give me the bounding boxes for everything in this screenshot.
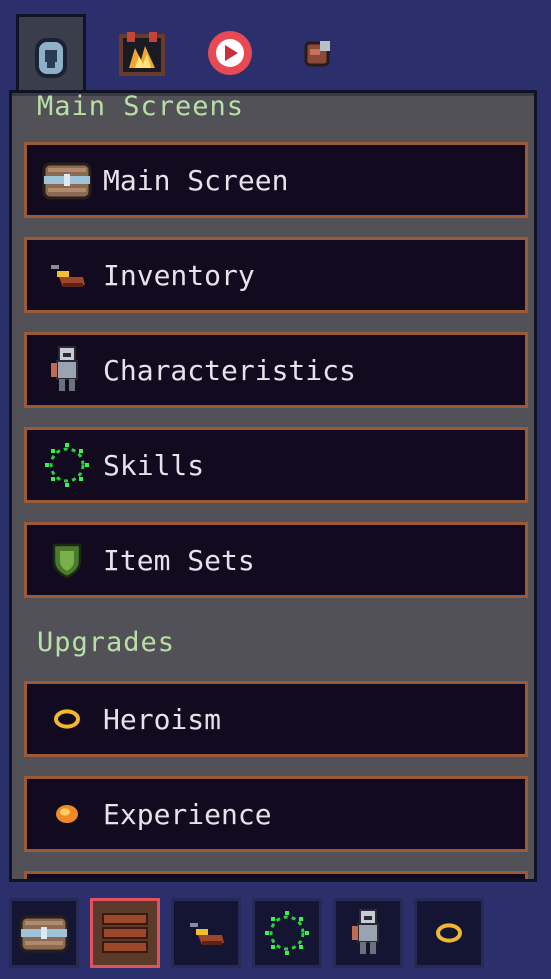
chest-icon [19,915,69,953]
quickbar-inventory[interactable] [171,898,241,968]
menu-icon [102,913,148,953]
menu-panel[interactable]: Main Screens Main Screen Inventory Chara… [9,90,537,882]
menu-item-label: Heroism [103,702,222,736]
skills-ring-icon [265,911,309,955]
quickbar-heroism[interactable] [414,898,484,968]
bottom-quickbar [0,888,551,979]
boot-icon [190,923,224,945]
tab-tombstone[interactable] [16,14,86,95]
menu-item-inventory[interactable]: Inventory [24,237,528,313]
gold-ring-icon [54,709,80,729]
top-tab-bar [0,0,551,95]
gauntlet-icon [304,41,330,67]
menu-item-experience[interactable]: Experience [24,776,528,852]
shield-icon [52,543,82,579]
section-title-upgrades: Upgrades [37,627,176,658]
menu-item-skills[interactable]: Skills [24,427,528,503]
boot-icon [51,265,85,287]
skills-ring-icon [45,443,89,487]
quickbar-characteristics[interactable] [333,898,403,968]
knight-icon [352,909,379,954]
menu-item-characteristics[interactable]: Characteristics [24,332,528,408]
play-video-icon [208,31,252,75]
menu-item-heroism[interactable]: Heroism [24,681,528,757]
tab-play-video[interactable] [198,20,262,86]
gold-ring-icon [436,923,462,943]
forge-icon [119,32,165,76]
menu-item-label: Experience [103,797,272,831]
tab-gauntlet[interactable] [286,20,350,86]
menu-item-label: Inventory [103,258,255,292]
knight-icon [51,346,78,391]
quickbar-menu[interactable] [90,898,160,968]
menu-item-label: Item Sets [103,543,255,577]
orange-orb-icon [56,805,78,823]
tombstone-icon [35,38,67,78]
section-title-main-screens: Main Screens [37,91,245,122]
menu-item-label: Main Screen [103,163,289,197]
tab-forge[interactable] [110,20,174,86]
chest-icon [42,162,92,200]
menu-item-partial[interactable] [24,871,528,879]
quickbar-skills[interactable] [252,898,322,968]
menu-item-label: Skills [103,448,205,482]
quickbar-main-screen[interactable] [9,898,79,968]
menu-item-label: Characteristics [103,353,356,387]
menu-item-item-sets[interactable]: Item Sets [24,522,528,598]
menu-item-main-screen[interactable]: Main Screen [24,142,528,218]
